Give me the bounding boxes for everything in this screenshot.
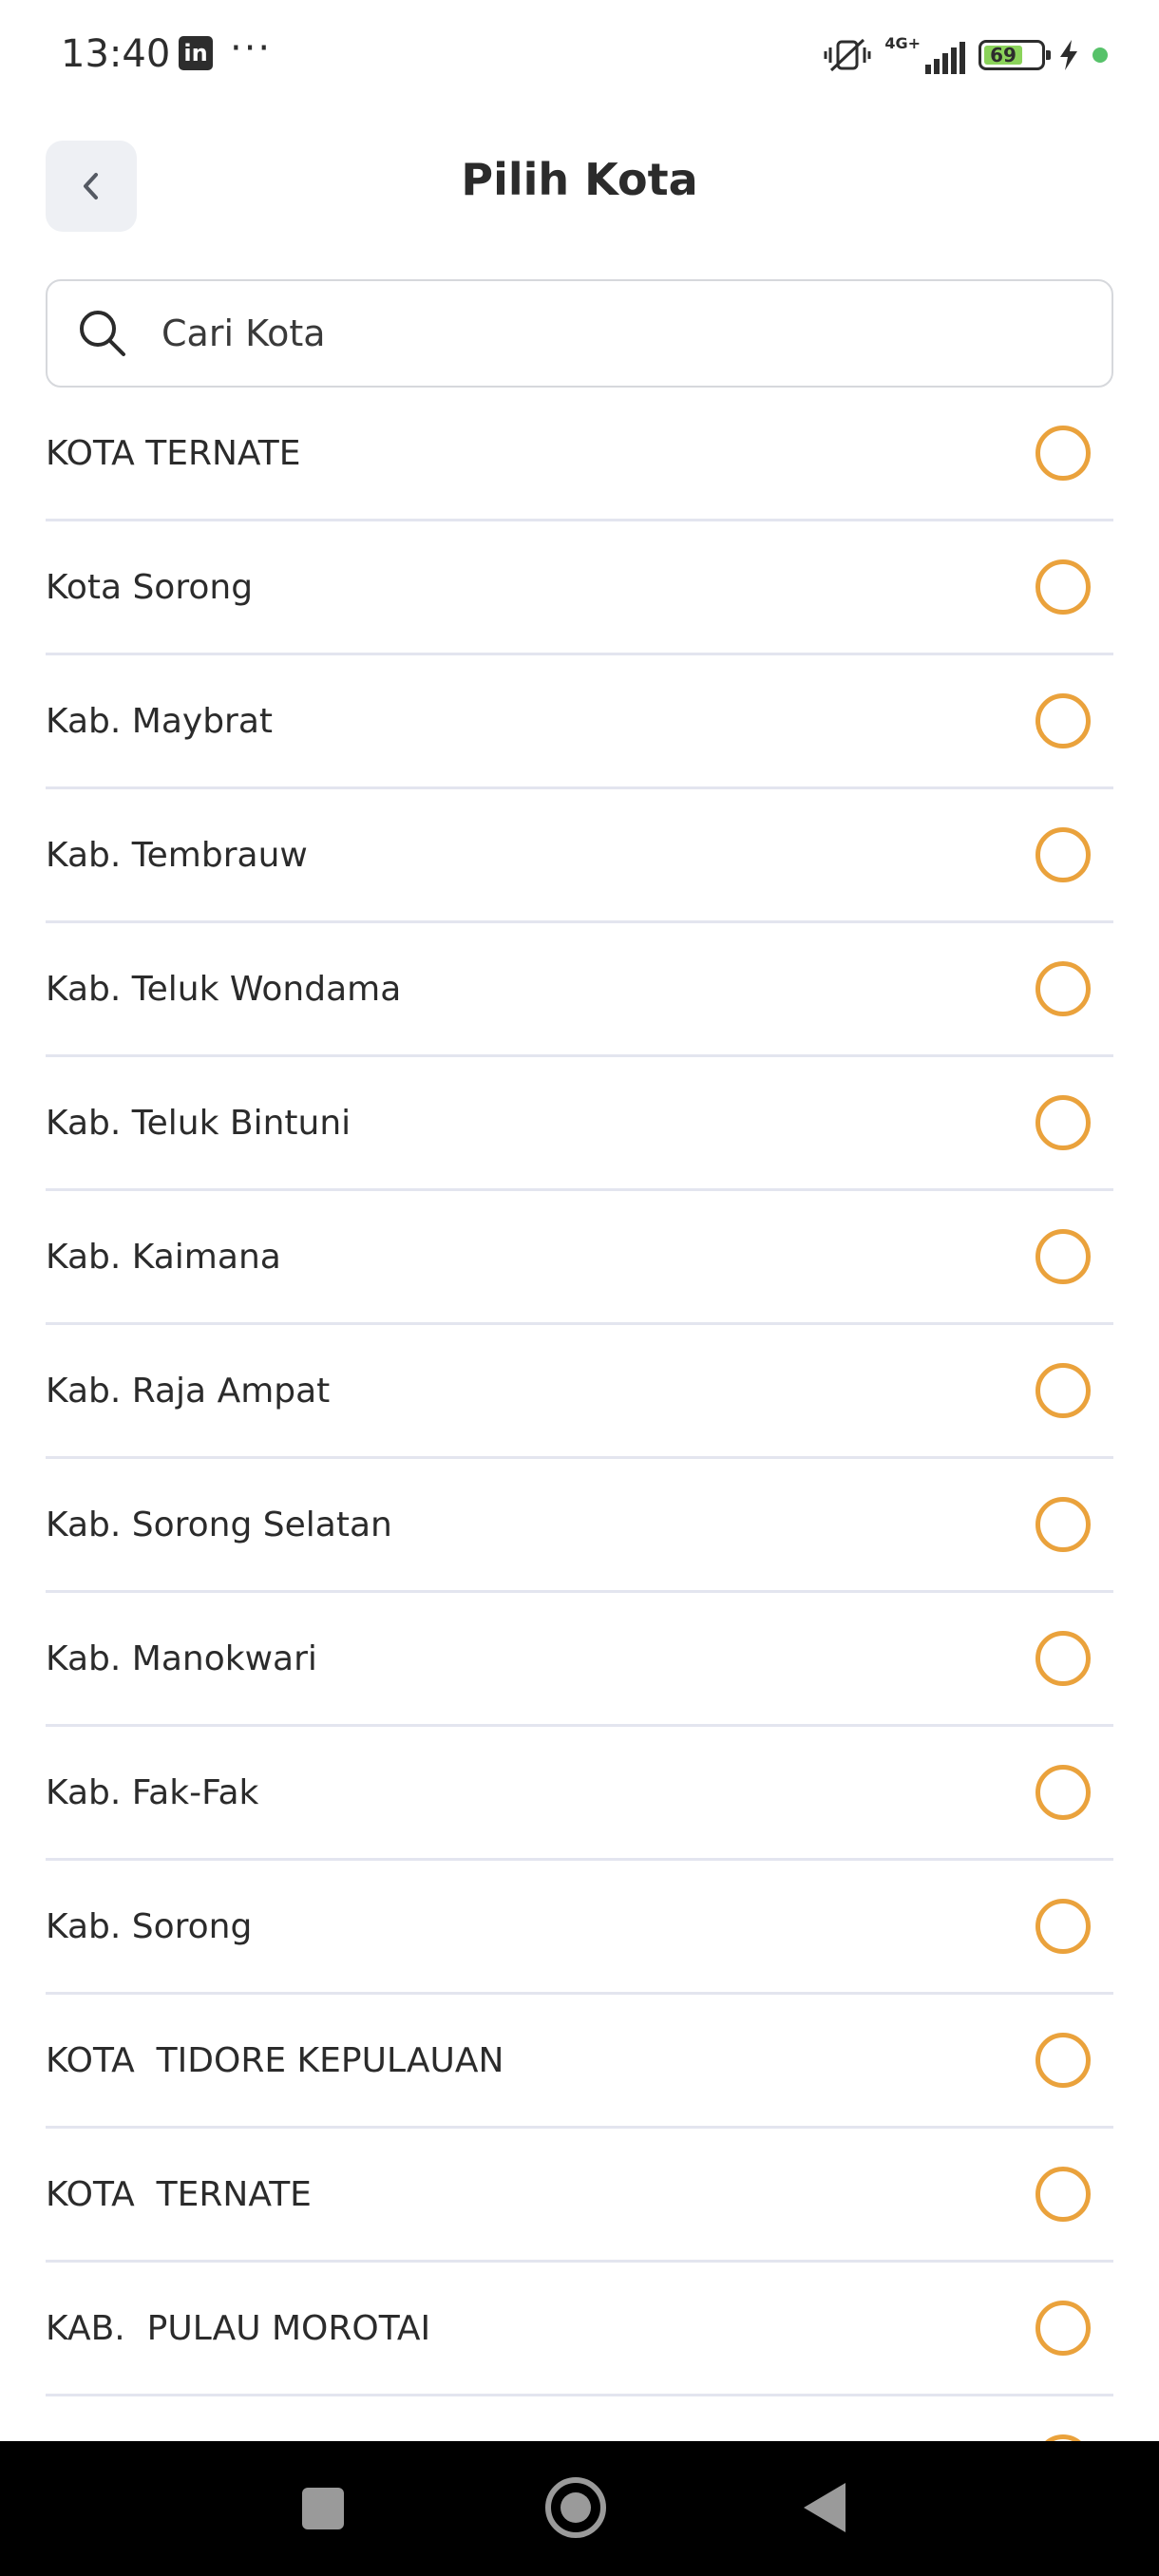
city-list-item[interactable]: Kab. Sorong — [46, 1861, 1113, 1995]
radio-button[interactable] — [1036, 426, 1091, 481]
city-list-item[interactable]: Kab. Teluk Bintuni — [46, 1057, 1113, 1191]
city-list-item[interactable]: Kab. Sorong Selatan — [46, 1459, 1113, 1593]
recent-apps-icon[interactable] — [302, 2488, 344, 2529]
radio-button[interactable] — [1036, 1631, 1091, 1686]
city-label: Kab. Sorong Selatan — [46, 1505, 392, 1544]
radio-button[interactable] — [1036, 827, 1091, 882]
city-label: Kab. Raja Ampat — [46, 1371, 331, 1411]
radio-button[interactable] — [1036, 1363, 1091, 1418]
header: Pilih Kota — [0, 141, 1159, 236]
city-label: KOTA TERNATE — [46, 2174, 312, 2214]
mute-vibrate-icon — [824, 38, 871, 72]
radio-button[interactable] — [1036, 1497, 1091, 1552]
city-label: Kab. Teluk Bintuni — [46, 1103, 352, 1143]
city-label: Kab. Teluk Wondama — [46, 969, 402, 1009]
city-label: Kab. Kaimana — [46, 1237, 281, 1277]
status-time: 13:40 — [61, 32, 171, 76]
city-list-item[interactable]: KOTA TERNATE — [46, 2129, 1113, 2263]
city-list-item[interactable]: Kab. Fak-Fak — [46, 1727, 1113, 1861]
search-box[interactable] — [46, 279, 1113, 388]
city-label: KAB. PULAU MOROTAI — [46, 2308, 431, 2348]
city-list-item[interactable]: Kab. Kaimana — [46, 1191, 1113, 1325]
city-label: Kab. Tembrauw — [46, 835, 308, 875]
city-list: KOTA TERNATE Kota Sorong Kab. Maybrat Kab. … — [46, 388, 1113, 2441]
radio-button[interactable] — [1036, 2301, 1091, 2356]
home-icon[interactable] — [545, 2477, 606, 2538]
battery-icon: 69 — [978, 40, 1051, 70]
radio-button[interactable] — [1036, 2033, 1091, 2088]
city-list-item[interactable]: KOTA TIDORE KEPULAUAN — [46, 1995, 1113, 2129]
status-bar: 13:40 in ··· 4G+ 69 — [0, 0, 1159, 112]
city-label: Kab. Maybrat — [46, 701, 274, 741]
status-icons: 4G+ 69 — [824, 34, 1108, 76]
radio-button[interactable] — [1036, 1095, 1091, 1150]
city-label: Kab. Sorong — [46, 1906, 253, 1946]
radio-button[interactable] — [1036, 1229, 1091, 1284]
city-list-item[interactable]: Kab. Manokwari — [46, 1593, 1113, 1727]
city-label: Kota Sorong — [46, 567, 254, 607]
radio-button[interactable] — [1036, 2434, 1091, 2441]
city-label: Kab. Manokwari — [46, 1638, 317, 1678]
city-list-item[interactable]: KOTA TERNATE — [46, 388, 1113, 521]
city-label: KOTA TIDORE KEPULAUAN — [46, 2040, 504, 2080]
charging-dot-icon — [1092, 47, 1108, 63]
city-list-item[interactable]: Kab. Tembrauw — [46, 789, 1113, 923]
city-list-item[interactable]: Kab. Maybrat — [46, 655, 1113, 789]
back-icon[interactable] — [804, 2483, 846, 2532]
linkedin-icon: in — [179, 36, 213, 70]
more-icon: ··· — [230, 27, 273, 70]
radio-button[interactable] — [1036, 961, 1091, 1016]
radio-button[interactable] — [1036, 559, 1091, 615]
city-label: Kab. Fak-Fak — [46, 1772, 259, 1812]
city-list-item[interactable]: Kota Sorong — [46, 521, 1113, 655]
radio-button[interactable] — [1036, 2167, 1091, 2222]
navigation-bar — [0, 2441, 1159, 2576]
city-list-item[interactable]: Kab. Raja Ampat — [46, 1325, 1113, 1459]
radio-button[interactable] — [1036, 693, 1091, 748]
network-type-label: 4G+ — [884, 34, 921, 52]
search-icon — [80, 311, 125, 356]
battery-level: 69 — [984, 44, 1023, 66]
search-input[interactable] — [162, 313, 1016, 354]
city-list-item[interactable]: KAB. PULAU MOROTAI — [46, 2263, 1113, 2396]
city-list-item[interactable]: Kab. Teluk Wondama — [46, 923, 1113, 1057]
city-list-item[interactable] — [46, 2396, 1113, 2441]
radio-button[interactable] — [1036, 1899, 1091, 1954]
page-title: Pilih Kota — [461, 154, 698, 205]
charging-icon — [1060, 40, 1077, 70]
signal-icon: 4G+ — [884, 36, 965, 74]
city-label: KOTA TERNATE — [46, 433, 301, 473]
radio-button[interactable] — [1036, 1765, 1091, 1820]
